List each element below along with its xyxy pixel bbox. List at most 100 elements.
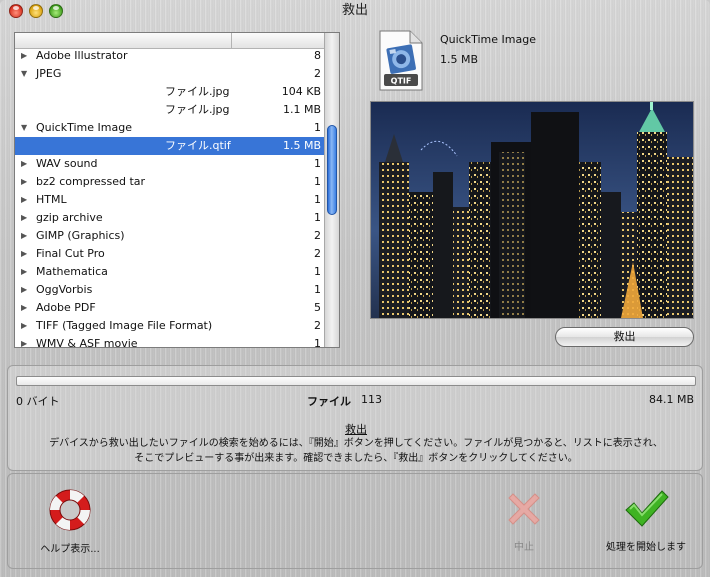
file-row[interactable]: ファイル.jpg 1.1 MB [15, 101, 325, 119]
disclosure-triangle-closed-icon[interactable]: ▶ [21, 263, 31, 281]
row-count: 1 [314, 337, 321, 348]
file-type-row[interactable]: ▶ gzip archive 1 [15, 209, 325, 227]
start-label: 処理を開始します [606, 542, 686, 553]
processed-size: 0 バイト [16, 395, 60, 408]
row-name: ファイル.jpg [165, 85, 230, 98]
description-text: デバイスから救い出したいファイルの検索を始めるには、『開始』ボタンを押してくださ… [8, 436, 704, 466]
disclosure-triangle-closed-icon[interactable]: ▶ [21, 173, 31, 191]
files-label: ファイル [307, 395, 351, 408]
row-name: ファイル.jpg [165, 103, 230, 116]
row-count: 1 [314, 157, 321, 170]
disclosure-triangle-closed-icon[interactable]: ▶ [21, 47, 31, 65]
disclosure-triangle-closed-icon[interactable]: ▶ [21, 191, 31, 209]
row-count: 1 [314, 175, 321, 188]
file-type-row[interactable]: ▶ Final Cut Pro 2 [15, 245, 325, 263]
row-name: WMV & ASF movie [36, 337, 138, 348]
stop-button[interactable]: 中止 [494, 486, 554, 553]
help-label: ヘルプ表示... [40, 544, 100, 555]
file-type-row[interactable]: ▶ TIFF (Tagged Image File Format) 2 [15, 317, 325, 335]
city-night-preview-image [371, 102, 693, 318]
list-rows: ▶ Adobe Illustrator 8 ▼ JPEG 2 ファイル.jpg 104 KB フ… [15, 47, 325, 348]
progress-bar [16, 376, 696, 386]
list-vertical-scrollbar[interactable] [324, 33, 339, 347]
scroll-thumb[interactable] [327, 125, 337, 215]
disclosure-triangle-closed-icon[interactable]: ▶ [21, 317, 31, 335]
row-name: bz2 compressed tar [36, 175, 146, 188]
description-title: 救出 [345, 423, 367, 436]
file-type-row[interactable]: ▶ GIMP (Graphics) 2 [15, 227, 325, 245]
disclosure-triangle-closed-icon[interactable]: ▶ [21, 281, 31, 299]
file-type-row[interactable]: ▶ bz2 compressed tar 1 [15, 173, 325, 191]
row-name: Mathematica [36, 265, 108, 278]
file-row[interactable]: ファイル.jpg 104 KB [15, 83, 325, 101]
row-size: 1.5 MB [282, 139, 321, 152]
disclosure-triangle-open-icon[interactable]: ▼ [21, 65, 31, 83]
description-line-2: そこでプレビューする事が出来ます。確認できましたら、『救出』ボタンをクリックして… [134, 453, 578, 464]
checkmark-icon [625, 490, 669, 527]
disclosure-triangle-closed-icon[interactable]: ▶ [21, 335, 31, 347]
title-bar: 救出 [0, 0, 710, 22]
rescue-window: 救出 ▶ Adobe Illustrator 8 ▼ JPEG 2 ファイル.jpg 104 … [0, 0, 710, 577]
image-preview [370, 101, 694, 319]
row-name: Adobe PDF [36, 301, 96, 314]
row-count: 2 [314, 247, 321, 260]
row-name: ファイル.qtif [165, 139, 231, 152]
stop-label: 中止 [514, 542, 534, 553]
row-count: 2 [314, 319, 321, 332]
disclosure-triangle-closed-icon[interactable]: ▶ [21, 209, 31, 227]
disclosure-triangle-open-icon[interactable]: ▼ [21, 119, 31, 137]
close-window-button[interactable] [9, 4, 23, 18]
lifebuoy-icon [49, 489, 91, 531]
qtif-file-icon: QTIF [379, 30, 423, 91]
disclosure-triangle-closed-icon[interactable]: ▶ [21, 299, 31, 317]
row-name: TIFF (Tagged Image File Format) [36, 319, 213, 332]
file-type-row[interactable]: ▼ QuickTime Image 1 [15, 119, 325, 137]
disclosure-triangle-closed-icon[interactable]: ▶ [21, 155, 31, 173]
description-line-1: デバイスから救い出したいファイルの検索を始めるには、『開始』ボタンを押してくださ… [49, 438, 663, 449]
toolbar-panel: ヘルプ表示... 中止 処理を開始します [7, 473, 703, 569]
file-type-row[interactable]: ▶ Mathematica 1 [15, 263, 325, 281]
row-name: OggVorbis [36, 283, 93, 296]
column-separator[interactable] [231, 33, 232, 48]
file-row[interactable]: ファイル.qtif 1.5 MB [15, 137, 325, 155]
preview-file-size: 1.5 MB [440, 53, 479, 66]
file-type-row[interactable]: ▶ HTML 1 [15, 191, 325, 209]
row-size: 1.1 MB [282, 103, 321, 116]
row-count: 5 [314, 301, 321, 314]
help-button[interactable]: ヘルプ表示... [30, 486, 110, 555]
disclosure-triangle-closed-icon[interactable]: ▶ [21, 227, 31, 245]
file-type-row[interactable]: ▶ OggVorbis 1 [15, 281, 325, 299]
preview-file-name: QuickTime Image [440, 33, 536, 46]
minimize-window-button[interactable] [29, 4, 43, 18]
row-name: GIMP (Graphics) [36, 229, 125, 242]
row-name: HTML [36, 193, 67, 206]
row-size: 104 KB [281, 85, 321, 98]
row-count: 1 [314, 193, 321, 206]
status-panel: 0 バイト ファイル 113 84.1 MB 救出 デバイスから救い出したいファ… [7, 365, 703, 471]
file-type-row[interactable]: ▶ WAV sound 1 [15, 155, 325, 173]
disclosure-triangle-closed-icon[interactable]: ▶ [21, 245, 31, 263]
window-title: 救出 [341, 3, 368, 18]
zoom-window-button[interactable] [49, 4, 63, 18]
rescue-button[interactable]: 救出 [555, 327, 694, 347]
file-icon-label: QTIF [391, 77, 412, 86]
row-name: Final Cut Pro [36, 247, 105, 260]
file-type-row[interactable]: ▶ Adobe PDF 5 [15, 299, 325, 317]
start-button[interactable]: 処理を開始します [588, 486, 704, 553]
stop-x-icon [508, 493, 540, 525]
row-count: 1 [314, 121, 321, 134]
row-count: 8 [314, 49, 321, 62]
files-count: 113 [361, 393, 382, 406]
row-count: 1 [314, 265, 321, 278]
row-count: 2 [314, 229, 321, 242]
row-count: 2 [314, 67, 321, 80]
file-type-list[interactable]: ▶ Adobe Illustrator 8 ▼ JPEG 2 ファイル.jpg 104 KB フ… [14, 32, 340, 348]
row-count: 1 [314, 283, 321, 296]
file-type-row[interactable]: ▶ Adobe Illustrator 8 [15, 47, 325, 65]
row-name: gzip archive [36, 211, 103, 224]
file-type-row[interactable]: ▶ WMV & ASF movie 1 [15, 335, 325, 348]
row-name: QuickTime Image [36, 121, 132, 134]
row-count: 1 [314, 211, 321, 224]
row-name: JPEG [36, 67, 62, 80]
file-type-row[interactable]: ▼ JPEG 2 [15, 65, 325, 83]
